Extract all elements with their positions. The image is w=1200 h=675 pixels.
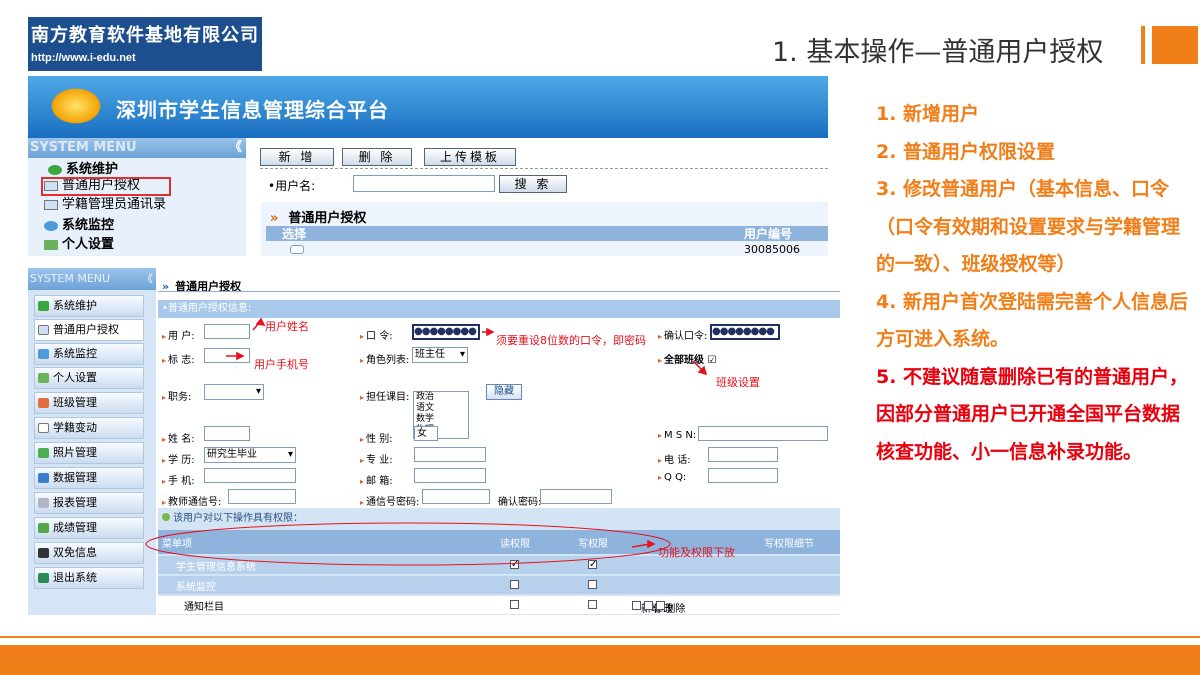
upload-template-button[interactable]: 上传模板 <box>424 148 516 166</box>
annotation-password: 须要重设8位数的口令，即密码 <box>496 334 646 347</box>
bullet-item: 4. 新用户首次登陆需完善个人信息后方可进入系统。 <box>876 290 1189 351</box>
highlight-box <box>41 177 171 196</box>
annotation-overlay <box>145 317 708 566</box>
settings-icon <box>44 239 58 250</box>
screenshot-user-form: SYSTEM MENU 《 系统维护 普通用户授权 系统监控 个人设置 班级管理 … <box>28 268 840 615</box>
platform-header: 深圳市学生信息管理综合平台 <box>28 76 828 138</box>
search-button[interactable]: 搜 索 <box>499 175 567 193</box>
company-name: 南方教育软件基地有限公司 <box>31 25 259 46</box>
slide-title: 1. 基本操作—普通用户授权 <box>772 37 1104 68</box>
screenshot-platform-list: 深圳市学生信息管理综合平台 SYSTEM MENU 《 系统维护 普通用户授权 学… <box>28 76 828 256</box>
row-checkbox[interactable] <box>290 245 304 254</box>
annotation-user-name: 用户姓名 <box>265 320 309 333</box>
footer-line <box>0 636 1200 638</box>
collapse-icon[interactable]: 《 <box>229 138 242 158</box>
title-accent-block <box>1152 26 1198 64</box>
annotation-user-phone: 用户手机号 <box>254 358 309 371</box>
monitor-icon <box>44 220 58 231</box>
add-button[interactable]: 新 增 <box>260 148 334 166</box>
panel-title: » 普通用户授权 <box>270 211 367 226</box>
bullet-item: 3. 修改普通用户（基本信息、口令（口令有效期和设置要求与学籍管理的一致）、班级… <box>876 178 1181 275</box>
delete-button[interactable]: 删 除 <box>342 148 412 166</box>
bullet-item: 5. 不建议随意删除已有的普通用户，因部分普通用户已开通全国平台数据核查功能、小… <box>876 365 1189 463</box>
username-input[interactable] <box>353 175 495 192</box>
system-menu-header: SYSTEM MENU 《 <box>28 138 246 158</box>
title-accent-bar <box>1141 26 1145 64</box>
bullet-item: 2. 普通用户权限设置 <box>876 140 1056 163</box>
sidebar-item-contacts[interactable]: 学籍管理员通讯录 <box>44 196 166 214</box>
sidebar-item-monitor[interactable]: 系统监控 <box>44 217 114 235</box>
row-userno: 30085006 <box>744 243 800 256</box>
company-url: http://www.i-edu.net <box>31 52 136 64</box>
bullet-item: 1. 新增用户 <box>876 103 980 125</box>
col-userno: 用户编号 <box>744 227 793 241</box>
company-logo: 南方教育软件基地有限公司 http://www.i-edu.net <box>28 17 262 71</box>
leaf-icon <box>48 164 62 175</box>
platform-title: 深圳市学生信息管理综合平台 <box>116 98 389 122</box>
annotation-class-setting: 班级设置 <box>716 376 760 389</box>
sidebar-item-personal[interactable]: 个人设置 <box>44 236 114 254</box>
divider <box>260 168 828 169</box>
page-icon <box>44 199 58 210</box>
col-select: 选择 <box>282 227 307 241</box>
bullet-list: 1. 新增用户 2. 普通用户权限设置 3. 修改普通用户（基本信息、口令（口令… <box>876 96 1194 471</box>
username-label: •用户名: <box>268 179 316 193</box>
table-header: 选择 用户编号 <box>266 226 828 241</box>
annotation-permission: 功能及权限下放 <box>658 546 735 559</box>
platform-logo-icon <box>48 86 104 126</box>
footer-bar <box>0 645 1200 675</box>
